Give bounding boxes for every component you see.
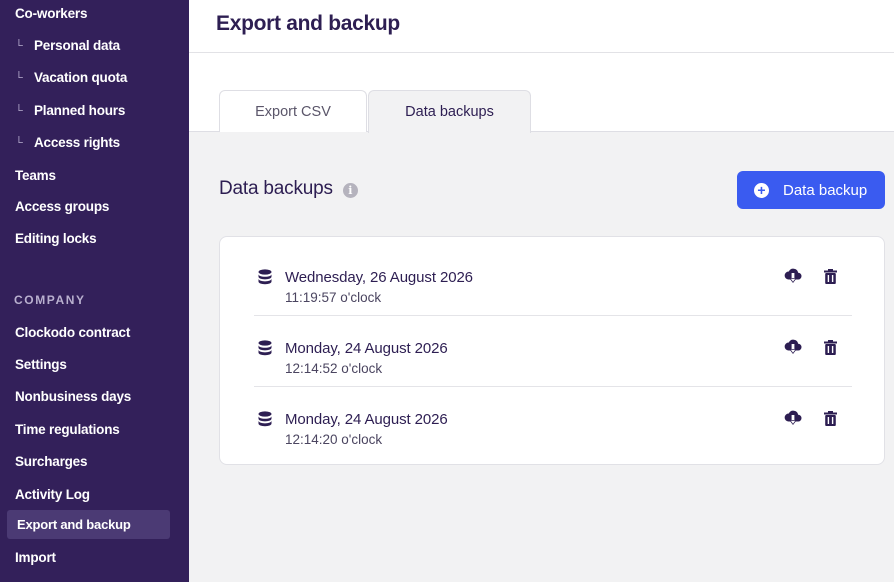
- sidebar-item-vacation-quota[interactable]: └ Vacation quota: [15, 70, 127, 85]
- sidebar-item-label: Export and backup: [17, 517, 131, 532]
- sidebar-item-export-and-backup[interactable]: Export and backup: [7, 510, 170, 539]
- sidebar-item-import[interactable]: Import: [15, 550, 56, 565]
- list-item: Monday, 24 August 2026 12:14:20 o'clock: [254, 387, 852, 458]
- sub-item-glyph: └: [15, 71, 23, 84]
- sidebar-item-access-rights[interactable]: └ Access rights: [15, 135, 120, 150]
- page-header: Export and backup: [189, 0, 894, 53]
- trash-icon[interactable]: [824, 411, 837, 426]
- sidebar-item-label: Settings: [15, 357, 67, 372]
- sidebar: Co-workers └ Personal data └ Vacation quot…: [0, 0, 189, 582]
- sidebar-item-label: Time regulations: [15, 422, 120, 437]
- sub-item-glyph: └: [15, 136, 23, 149]
- sidebar-item-editing-locks[interactable]: Editing locks: [15, 231, 97, 246]
- sidebar-item-label: Personal data: [34, 38, 120, 53]
- sidebar-item-label: Vacation quota: [34, 70, 128, 85]
- tab-export-csv[interactable]: Export CSV: [219, 90, 367, 132]
- database-icon: [258, 411, 272, 427]
- sidebar-item-nonbusiness-days[interactable]: Nonbusiness days: [15, 389, 131, 404]
- backup-date: Monday, 24 August 2026: [285, 340, 448, 357]
- sidebar-item-label: Activity Log: [15, 487, 90, 502]
- backup-time: 11:19:57 o'clock: [285, 290, 382, 305]
- sidebar-item-label: Editing locks: [15, 231, 97, 246]
- backup-date: Monday, 24 August 2026: [285, 411, 448, 428]
- list-item: Wednesday, 26 August 2026 11:19:57 o'clo…: [254, 245, 852, 316]
- cloud-download-icon[interactable]: [784, 267, 802, 285]
- main-content: Export and backup Export CSV Data backup…: [189, 0, 894, 582]
- section-title-text: Data backups: [219, 178, 333, 199]
- sidebar-item-label: Surcharges: [15, 454, 88, 469]
- sidebar-item-label: Import: [15, 550, 56, 565]
- sidebar-item-activity-log[interactable]: Activity Log: [15, 487, 90, 502]
- database-icon: [258, 340, 272, 356]
- tab-data-backups[interactable]: Data backups: [368, 90, 531, 133]
- database-icon: [258, 269, 272, 285]
- sidebar-item-surcharges[interactable]: Surcharges: [15, 454, 87, 469]
- sidebar-item-label: Nonbusiness days: [15, 389, 132, 404]
- sidebar-item-settings[interactable]: Settings: [15, 357, 67, 372]
- trash-icon[interactable]: [824, 340, 837, 355]
- sidebar-item-time-regulations[interactable]: Time regulations: [15, 422, 120, 437]
- sidebar-item-label: Clockodo contract: [15, 325, 131, 340]
- sidebar-item-label: Co-workers: [15, 6, 88, 21]
- backup-time: 12:14:52 o'clock: [285, 361, 383, 376]
- list-item: Monday, 24 August 2026 12:14:52 o'clock: [254, 316, 852, 387]
- cloud-download-icon[interactable]: [784, 338, 802, 356]
- sidebar-item-label: Access groups: [15, 199, 110, 214]
- trash-icon[interactable]: [824, 269, 837, 284]
- sidebar-item-label: Planned hours: [34, 103, 126, 118]
- backups-list: Wednesday, 26 August 2026 11:19:57 o'clo…: [219, 236, 885, 465]
- sidebar-section-heading: COMPANY: [14, 293, 86, 307]
- sidebar-item-planned-hours[interactable]: └ Planned hours: [15, 103, 125, 118]
- cloud-download-icon[interactable]: [784, 409, 802, 427]
- info-icon[interactable]: i: [342, 183, 358, 198]
- sidebar-item-clockodo-contract[interactable]: Clockodo contract: [15, 325, 130, 340]
- sub-item-glyph: └: [15, 39, 23, 52]
- create-data-backup-button[interactable]: + Data backup: [737, 171, 885, 209]
- section-title: Data backups i: [219, 178, 358, 200]
- sidebar-item-co-workers[interactable]: Co-workers: [15, 6, 87, 21]
- page-title: Export and backup: [216, 12, 400, 35]
- create-data-backup-label: Data backup: [783, 181, 868, 199]
- sub-item-glyph: └: [15, 104, 23, 117]
- backup-date: Wednesday, 26 August 2026: [285, 269, 473, 286]
- sidebar-item-label: Teams: [15, 168, 56, 183]
- sidebar-item-personal-data[interactable]: └ Personal data: [15, 38, 120, 53]
- backup-time: 12:14:20 o'clock: [285, 432, 383, 447]
- sidebar-item-label: Access rights: [34, 135, 120, 150]
- tab-bar: Export CSV Data backups: [189, 53, 894, 133]
- sidebar-item-teams[interactable]: Teams: [15, 168, 56, 183]
- plus-circle-icon: +: [754, 182, 769, 198]
- sidebar-item-access-groups[interactable]: Access groups: [15, 199, 109, 214]
